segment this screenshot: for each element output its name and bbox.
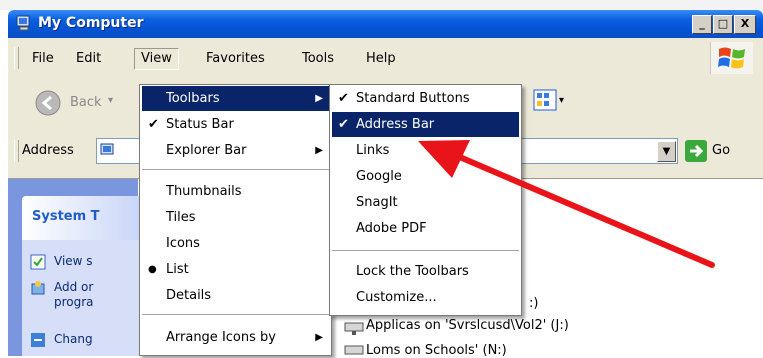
toolbars-item-snagit[interactable]: SnagIt <box>332 190 519 215</box>
check-icon: ✔ <box>338 91 349 106</box>
address-grip[interactable] <box>14 140 19 162</box>
toolbars-item-lock-toolbars[interactable]: Lock the Toolbars <box>332 259 519 284</box>
check-icon: ✔ <box>148 117 159 132</box>
view-menu-item-details[interactable]: Details <box>142 283 329 308</box>
view-menu-item-status-bar[interactable]: ✔ Status Bar <box>142 112 329 137</box>
menu-tools[interactable]: Tools <box>296 49 340 69</box>
menu-separator <box>142 314 329 315</box>
submenu-arrow-icon: ▶ <box>315 332 323 343</box>
maximize-button[interactable]: □ <box>713 15 733 34</box>
radio-bullet-icon: ● <box>148 264 157 275</box>
back-button-label[interactable]: Back <box>70 95 102 110</box>
toolbars-item-adobe-pdf[interactable]: Adobe PDF <box>332 216 519 241</box>
add-remove-programs-icon <box>31 281 45 295</box>
submenu-arrow-icon: ▶ <box>315 93 323 104</box>
menu-edit[interactable]: Edit <box>70 49 107 69</box>
windows-flag-icon <box>718 47 745 69</box>
menu-file[interactable]: File <box>26 49 60 69</box>
menu-separator <box>332 250 519 251</box>
go-arrow-icon[interactable] <box>685 140 707 162</box>
close-button[interactable]: X <box>734 15 756 34</box>
menu-bar: File Edit View Favorites Tools Help <box>8 38 763 78</box>
network-drive-icon <box>344 322 364 335</box>
back-arrow-icon[interactable] <box>34 89 62 117</box>
submenu-arrow-icon: ▶ <box>315 145 323 156</box>
minimize-button[interactable]: _ <box>692 15 712 34</box>
go-button-label[interactable]: Go <box>712 143 730 158</box>
drive-label[interactable]: Applicas on 'Svrslcusd\Vol2' (J:) <box>366 318 569 333</box>
view-menu: Toolbars ▶ ✔ Status Bar Explorer Bar ▶ Thum… <box>139 84 332 356</box>
view-menu-item-list[interactable]: ● List <box>142 257 329 282</box>
back-dropdown-icon[interactable]: ▾ <box>108 95 113 106</box>
view-menu-item-toolbars[interactable]: Toolbars ▶ <box>142 86 329 111</box>
toolbars-submenu: ✔ Standard Buttons ✔ Address Bar Links Goo… <box>329 84 522 316</box>
check-icon: ✔ <box>338 117 349 132</box>
address-dropdown-button[interactable]: ▼ <box>657 141 676 162</box>
menu-view[interactable]: View <box>134 48 179 70</box>
change-setting-icon <box>31 333 45 347</box>
toolbars-item-standard-buttons[interactable]: ✔ Standard Buttons <box>332 86 519 111</box>
my-computer-small-icon <box>100 143 114 155</box>
partial-drive-label: :) <box>529 296 539 311</box>
toolbars-item-address-bar[interactable]: ✔ Address Bar <box>332 112 519 137</box>
system-tasks-box: System T View s Add or progra Chang <box>22 196 146 356</box>
toolbars-item-google[interactable]: Google <box>332 164 519 189</box>
toolbars-item-customize[interactable]: Customize... <box>332 285 519 310</box>
view-menu-item-explorer-bar[interactable]: Explorer Bar ▶ <box>142 138 329 163</box>
address-label: Address <box>22 143 74 158</box>
view-info-icon <box>30 254 46 270</box>
menu-help[interactable]: Help <box>360 49 402 69</box>
view-menu-item-icons[interactable]: Icons <box>142 231 329 256</box>
menu-separator <box>142 169 329 170</box>
views-icon[interactable] <box>533 89 557 111</box>
views-dropdown-icon[interactable]: ▾ <box>559 95 564 106</box>
view-menu-item-thumbnails[interactable]: Thumbnails <box>142 179 329 204</box>
menu-favorites[interactable]: Favorites <box>200 49 271 69</box>
window-title: My Computer <box>38 15 144 31</box>
system-tasks-header[interactable]: System T <box>22 196 146 240</box>
windows-logo <box>710 42 753 74</box>
view-menu-item-arrange-icons[interactable]: Arrange Icons by ▶ <box>142 325 329 350</box>
background-strip <box>0 0 763 10</box>
my-computer-icon <box>16 15 30 31</box>
toolbar-grip[interactable] <box>14 47 19 69</box>
toolbars-item-links[interactable]: Links <box>332 138 519 163</box>
view-menu-item-tiles[interactable]: Tiles <box>142 205 329 230</box>
title-bar[interactable]: My Computer _ □ X <box>8 10 763 38</box>
